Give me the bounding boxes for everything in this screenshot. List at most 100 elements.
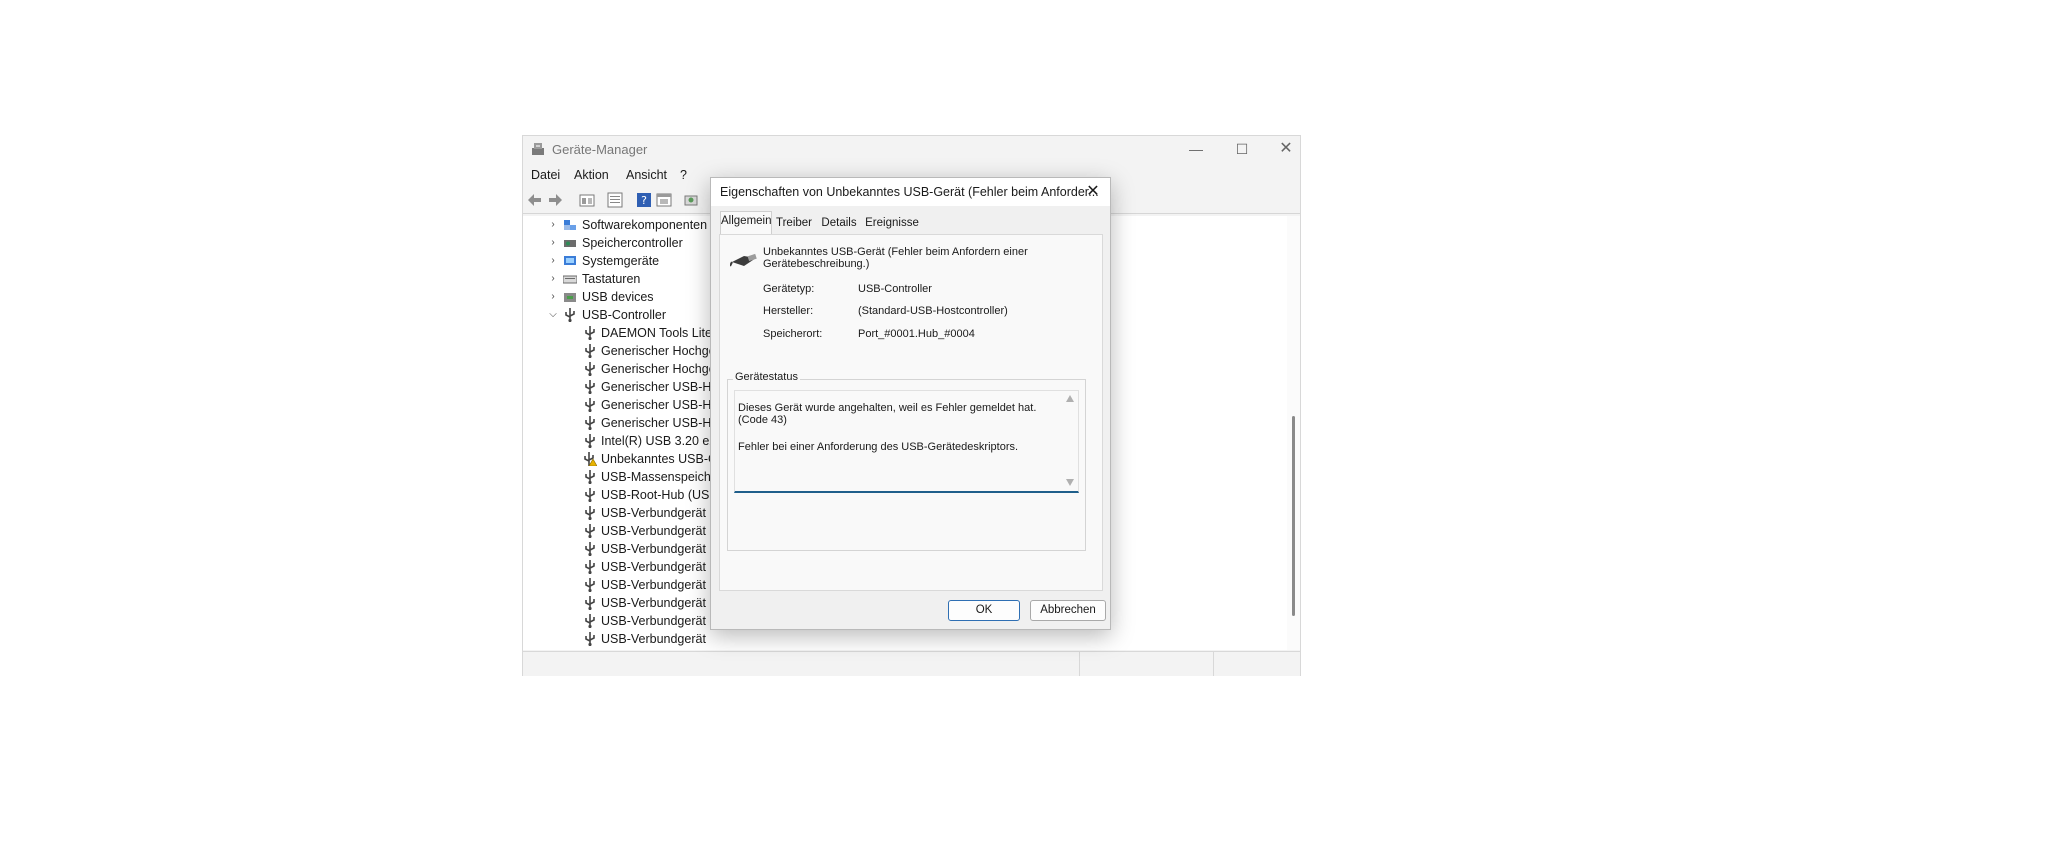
properties-view-icon[interactable]: [579, 192, 595, 208]
tree-label: USB-Verbundgerät: [601, 524, 706, 538]
usb-icon: [585, 344, 595, 358]
device-manager-titlebar[interactable]: Geräte-Manager — ☐ ✕: [523, 136, 1300, 162]
menu-help[interactable]: ?: [680, 168, 687, 182]
tree-label: USB-Root-Hub (USB: [601, 488, 718, 502]
chevron-right-icon[interactable]: ›: [548, 216, 558, 234]
dialog-title: Eigenschaften von Unbekanntes USB-Gerät …: [720, 185, 1099, 199]
device-status-label: Gerätestatus: [733, 371, 800, 383]
device-name-line1: Unbekanntes USB-Gerät (Fehler beim Anfor…: [763, 246, 1028, 258]
tree-label: Tastaturen: [582, 272, 641, 286]
tab-allgemein[interactable]: Allgemein: [720, 211, 772, 235]
usb-icon: [585, 560, 595, 574]
tree-label: USB-Verbundgerät: [601, 560, 706, 574]
tree-scrollbar[interactable]: [1287, 216, 1300, 650]
tree-label: USB-Verbundgerät: [601, 542, 706, 556]
resources-view-icon[interactable]: [656, 192, 672, 208]
help-icon[interactable]: ?: [636, 192, 652, 208]
tree-label: Intel(R) USB 3.20 eXt: [601, 434, 722, 448]
tab-panel-allgemein: Unbekanntes USB-Gerät (Fehler beim Anfor…: [719, 234, 1103, 591]
usb-icon: [585, 542, 595, 556]
chevron-right-icon[interactable]: ›: [548, 270, 558, 288]
tree-label: USB-Massenspeiche: [601, 470, 718, 484]
properties-dialog: Eigenschaften von Unbekanntes USB-Gerät …: [710, 177, 1111, 630]
usb-icon: [585, 632, 595, 646]
menu-datei[interactable]: Datei: [531, 168, 560, 182]
status-divider: [1213, 652, 1214, 676]
usb-plug-icon: [730, 253, 757, 267]
cancel-button[interactable]: Abbrechen: [1030, 600, 1106, 621]
tab-treiber[interactable]: Treiber: [773, 214, 815, 233]
chevron-right-icon[interactable]: ›: [548, 252, 558, 270]
device-name-line2: Gerätebeschreibung.): [763, 258, 870, 270]
forward-arrow-icon[interactable]: [547, 192, 563, 208]
tree-label: USB-Verbundgerät: [601, 596, 706, 610]
tree-label: Softwarekomponenten: [582, 218, 708, 232]
usb-icon: [585, 434, 595, 448]
device-type-label: Gerätetyp:: [763, 283, 815, 295]
tree-label: USB-Controller: [582, 308, 667, 322]
tree-label: Systemgeräte: [582, 254, 660, 268]
device-type-value: USB-Controller: [858, 283, 932, 295]
usb-icon: [585, 614, 595, 628]
usb-icon: [585, 362, 595, 376]
tree-label: USB-Verbundgerät: [601, 614, 706, 628]
tree-label: Speichercontroller: [582, 236, 683, 250]
chevron-right-icon[interactable]: ›: [548, 288, 558, 306]
status-line-3: Fehler bei einer Anforderung des USB-Ger…: [738, 441, 1019, 453]
usb-warning-icon: [584, 452, 597, 466]
tab-ereignisse[interactable]: Ereignisse: [864, 214, 920, 233]
back-arrow-icon[interactable]: [527, 192, 543, 208]
usb-icon: [585, 524, 595, 538]
close-icon[interactable]: ✕: [1264, 136, 1308, 162]
tree-label: DAEMON Tools Lite V: [601, 326, 724, 340]
location-value: Port_#0001.Hub_#0004: [858, 328, 975, 340]
status-line-2: (Code 43): [738, 414, 787, 426]
usb-icon: [585, 380, 595, 394]
minimize-icon[interactable]: —: [1174, 136, 1218, 162]
device-manager-title: Geräte-Manager: [552, 142, 648, 157]
software-component-icon: [564, 220, 576, 230]
status-line-1: Dieses Gerät wurde angehalten, weil es F…: [738, 402, 1037, 414]
tab-details[interactable]: Details: [819, 214, 859, 233]
tree-label: Unbekanntes USB-Ge: [601, 452, 725, 466]
usb-icon: [585, 398, 595, 412]
scroll-up-icon[interactable]: [1066, 395, 1074, 402]
dialog-titlebar[interactable]: Eigenschaften von Unbekanntes USB-Gerät …: [711, 178, 1110, 206]
status-bar: [523, 651, 1300, 676]
status-divider: [1079, 652, 1080, 676]
device-status-textbox[interactable]: Dieses Gerät wurde angehalten, weil es F…: [734, 390, 1079, 493]
usb-icon: [585, 326, 595, 340]
tree-label: USB devices: [582, 290, 654, 304]
tree-label: Generischer USB-Hu: [601, 380, 719, 394]
usb-icon: [565, 308, 575, 322]
tree-label: Generischer USB-Hu: [601, 398, 719, 412]
usb-icon: [585, 470, 595, 484]
usb-icon: [585, 596, 595, 610]
tree-label: USB-Verbundgerät: [601, 632, 706, 646]
keyboard-icon: [563, 275, 577, 284]
scan-hardware-icon[interactable]: [683, 192, 699, 208]
scroll-down-icon[interactable]: [1066, 479, 1074, 486]
usb-icon: [585, 506, 595, 520]
chevron-down-icon[interactable]: ⌵: [548, 306, 558, 324]
tree-label: Generischer USB-Hu: [601, 416, 719, 430]
menu-ansicht[interactable]: Ansicht: [626, 168, 667, 182]
scrollbar-thumb[interactable]: [1292, 416, 1295, 616]
usb-icon: [585, 578, 595, 592]
tree-device[interactable]: USB-Verbundgerät: [523, 630, 823, 648]
tree-label: Generischer Hochge: [601, 362, 716, 376]
usb-icon: [585, 416, 595, 430]
tree-label: USB-Verbundgerät: [601, 578, 706, 592]
dialog-close-icon[interactable]: ✕: [1076, 178, 1110, 206]
list-view-icon[interactable]: [607, 192, 623, 208]
ok-button[interactable]: OK: [948, 600, 1020, 621]
storage-controller-icon: [564, 240, 576, 247]
manufacturer-value: (Standard-USB-Hostcontroller): [858, 305, 1008, 317]
svg-text:?: ?: [641, 194, 647, 207]
maximize-icon[interactable]: ☐: [1220, 136, 1264, 162]
chevron-right-icon[interactable]: ›: [548, 234, 558, 252]
system-device-icon: [564, 256, 576, 265]
status-scrollbar[interactable]: [1063, 391, 1077, 491]
menu-aktion[interactable]: Aktion: [574, 168, 609, 182]
tree-label: Generischer Hochge: [601, 344, 716, 358]
